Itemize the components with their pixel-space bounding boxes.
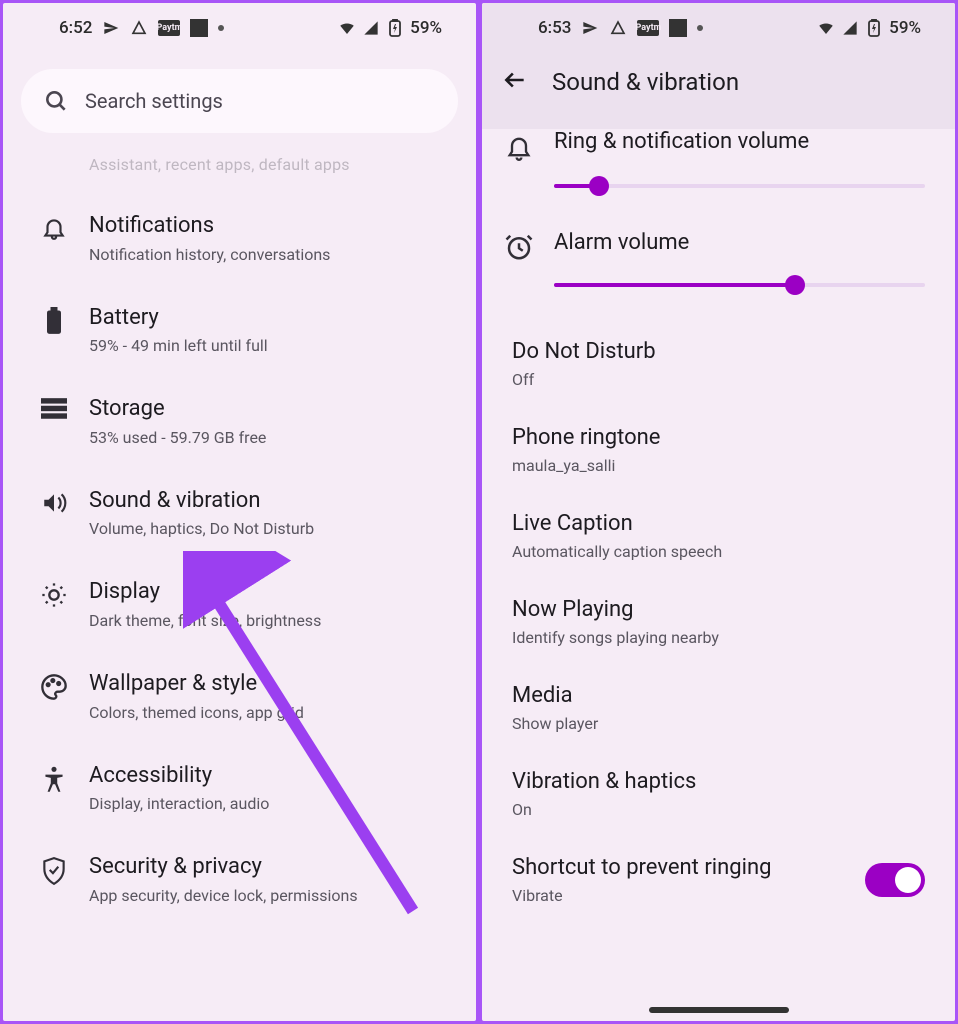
page-title: Sound & vibration (552, 68, 739, 96)
status-battery-pct: 59% (410, 18, 442, 38)
alarm-icon (502, 232, 536, 262)
status-bar: 6:52 Paytm 59% (3, 3, 476, 53)
more-notifications-dot (218, 25, 224, 31)
paytm-icon: Paytm (637, 20, 659, 36)
settings-item-battery[interactable]: Battery59% - 49 min left until full (3, 284, 476, 376)
status-time: 6:53 (538, 18, 571, 38)
storage-icon (39, 398, 69, 420)
settings-item-notifications[interactable]: NotificationsNotification history, conve… (3, 192, 476, 284)
ring-volume-row: Ring & notification volume (482, 123, 955, 222)
triangle-icon (130, 19, 148, 37)
shield-icon (39, 856, 69, 886)
more-notifications-dot (697, 25, 703, 31)
alarm-volume-row: Alarm volume (482, 222, 955, 321)
settings-list: NotificationsNotification history, conve… (3, 192, 476, 925)
search-settings[interactable]: Search settings (21, 69, 458, 133)
sound-vibration-screen: 6:53 Paytm 59% Sound & vibration Ring & … (482, 3, 955, 1021)
signal-icon (362, 19, 380, 37)
battery-portrait-icon (39, 307, 69, 335)
status-bar: 6:53 Paytm 59% (482, 3, 955, 53)
toggle-switch[interactable] (865, 863, 925, 897)
screen-header: 6:53 Paytm 59% Sound & vibration (482, 3, 955, 129)
wifi-icon (338, 19, 356, 37)
settings-item-security[interactable]: Security & privacyApp security, device l… (3, 833, 476, 925)
pref-shortcut-prevent-ringing[interactable]: Shortcut to prevent ringing Vibrate (482, 837, 955, 923)
settings-item-display[interactable]: DisplayDark theme, font size, brightness (3, 558, 476, 650)
pref-media[interactable]: Media Show player (482, 665, 955, 751)
paytm-icon: Paytm (158, 20, 180, 36)
triangle-icon (609, 19, 627, 37)
pref-ringtone[interactable]: Phone ringtone maula_ya_salli (482, 407, 955, 493)
settings-item-wallpaper[interactable]: Wallpaper & styleColors, themed icons, a… (3, 650, 476, 742)
battery-icon (386, 19, 404, 37)
arrow-left-icon (502, 67, 528, 93)
settings-item-accessibility[interactable]: AccessibilityDisplay, interaction, audio (3, 742, 476, 834)
bell-outline-icon (502, 133, 536, 161)
back-button[interactable] (502, 67, 528, 97)
pref-now-playing[interactable]: Now Playing Identify songs playing nearb… (482, 579, 955, 665)
pref-live-caption[interactable]: Live Caption Automatically caption speec… (482, 493, 955, 579)
signal-icon (841, 19, 859, 37)
settings-item-storage[interactable]: Storage53% used - 59.79 GB free (3, 375, 476, 467)
volume-icon (39, 490, 69, 516)
send-icon (102, 19, 120, 37)
send-icon (581, 19, 599, 37)
status-time: 6:52 (59, 18, 92, 38)
alarm-volume-slider[interactable] (554, 277, 925, 293)
ring-volume-slider[interactable] (554, 178, 925, 194)
palette-icon (39, 673, 69, 701)
brightness-icon (39, 581, 69, 609)
search-placeholder: Search settings (85, 89, 223, 113)
settings-screen: 6:52 Paytm 59% Search settings Assistant… (3, 3, 476, 1021)
app-icon (669, 19, 687, 37)
pref-dnd[interactable]: Do Not Disturb Off (482, 321, 955, 407)
prev-item-subtitle: Assistant, recent apps, default apps (3, 145, 476, 192)
pref-vibration-haptics[interactable]: Vibration & haptics On (482, 751, 955, 837)
search-icon (43, 88, 69, 114)
gesture-nav-handle[interactable] (649, 1007, 789, 1013)
battery-icon (865, 19, 883, 37)
status-battery-pct: 59% (889, 18, 921, 38)
bell-icon (39, 215, 69, 241)
wifi-icon (817, 19, 835, 37)
accessibility-icon (39, 765, 69, 795)
app-icon (190, 19, 208, 37)
settings-item-sound[interactable]: Sound & vibrationVolume, haptics, Do Not… (3, 467, 476, 559)
